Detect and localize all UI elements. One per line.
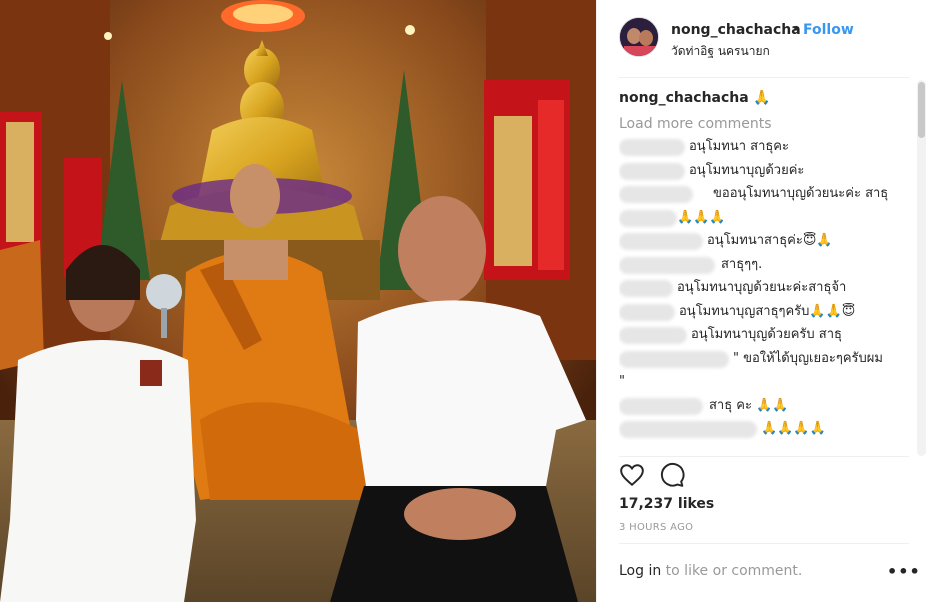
- username-link[interactable]: nong_chachacha: [671, 22, 801, 38]
- comment-text: สาธุๆๆ.: [721, 256, 763, 272]
- comment-text: อนุโมทนาบุญด้วยค่ะ: [689, 162, 805, 178]
- list-item: อนุโมทนาบุญด้วยครับ สาธุ: [619, 324, 909, 348]
- comment-text: อนุโมทนาบุญสาธุๆครับ🙏🙏😇: [679, 303, 856, 319]
- caption: nong_chachacha 🙏: [619, 88, 909, 112]
- list-item: อนุโมทนาบุญสาธุๆครับ🙏🙏😇: [619, 301, 909, 325]
- list-item: ": [619, 371, 909, 395]
- comment-text: ": [619, 374, 625, 389]
- comment-text: อนุโมทนาบุญด้วยครับ สาธุ: [691, 327, 842, 342]
- list-item: 🙏🙏🙏🙏: [619, 418, 909, 442]
- list-item: อนุโมทนา สาธุคะ: [619, 136, 909, 160]
- list-item: อนุโมทนาบุญด้วยค่ะ: [619, 160, 909, 184]
- list-item: อนุโมทนาบุญด้วยนะค่ะสาธุจ้า: [619, 277, 909, 301]
- comment-bubble-icon[interactable]: [659, 462, 685, 488]
- list-item: สาธุ คะ 🙏🙏: [619, 395, 909, 419]
- comment-text: ขออนุโมทนาบุญด้วยนะค่ะ สาธุ: [713, 186, 889, 201]
- comment-text: อนุโมทนาบุญด้วยนะค่ะสาธุจ้า: [677, 280, 847, 295]
- comment-text: 🙏🙏🙏🙏: [761, 421, 826, 436]
- comment-text: " ขอให้ได้บุญเยอะๆครับผม: [733, 350, 883, 366]
- list-item: " ขอให้ได้บุญเยอะๆครับผม: [619, 348, 909, 372]
- login-divider: [619, 543, 909, 544]
- list-item: อนุโมทนาสาธุค่ะ😇🙏: [619, 230, 909, 254]
- list-item: ขออนุโมทนาบุญด้วยนะค่ะ สาธุ: [619, 183, 909, 207]
- post-header: nong_chachacha • Follow วัดท่าอิฐ นครนาย…: [597, 0, 931, 78]
- follow-button[interactable]: Follow: [803, 22, 854, 38]
- likes-count[interactable]: 17,237 likes: [619, 496, 714, 512]
- comments-list[interactable]: nong_chachacha 🙏 Load more comments อนุโ…: [619, 88, 909, 454]
- post-photo[interactable]: [0, 0, 596, 602]
- comment-text: สาธุ คะ 🙏🙏: [709, 397, 789, 413]
- comment-text: 🙏🙏🙏: [677, 209, 726, 225]
- load-more-comments-button[interactable]: Load more comments: [619, 112, 909, 136]
- scrollbar-thumb[interactable]: [918, 82, 925, 138]
- list-item: 🙏🙏🙏: [619, 207, 909, 231]
- timestamp: 3 HOURS AGO: [619, 522, 694, 533]
- caption-username[interactable]: nong_chachacha: [619, 90, 749, 106]
- comment-text: อนุโมทนา สาธุคะ: [689, 139, 789, 154]
- caption-text: 🙏: [753, 90, 771, 106]
- list-item: สาธุๆๆ.: [619, 254, 909, 278]
- header-divider: [619, 77, 909, 78]
- login-prompt: Log in to like or comment.: [619, 563, 802, 579]
- avatar[interactable]: [619, 17, 659, 57]
- more-options-icon[interactable]: •••: [887, 562, 921, 581]
- post-sidebar: nong_chachacha • Follow วัดท่าอิฐ นครนาย…: [596, 0, 931, 602]
- comment-text: อนุโมทนาสาธุค่ะ😇🙏: [707, 233, 833, 248]
- location-link[interactable]: วัดท่าอิฐ นครนายก: [671, 42, 770, 61]
- login-link[interactable]: Log in: [619, 563, 661, 579]
- actions-divider: [619, 456, 909, 457]
- separator-dot: •: [792, 21, 801, 37]
- login-prompt-text: to like or comment.: [661, 563, 803, 579]
- heart-icon[interactable]: [619, 462, 645, 488]
